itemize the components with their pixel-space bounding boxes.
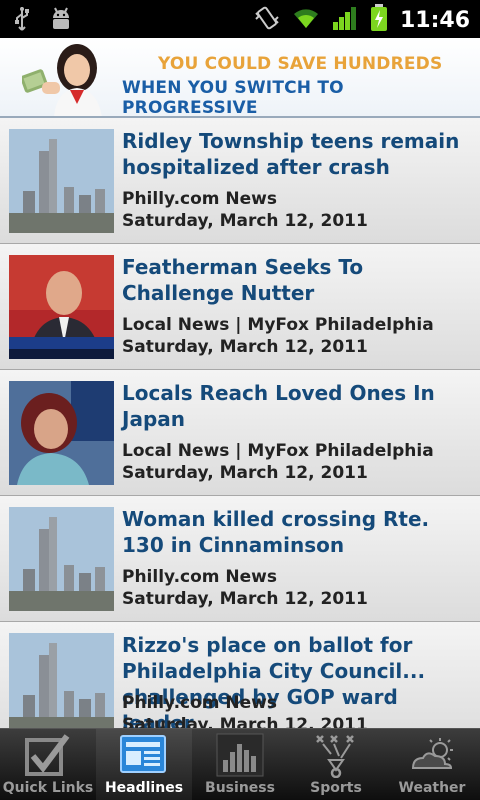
status-bar: 11:46	[0, 0, 480, 38]
tab-headlines[interactable]: Headlines	[96, 729, 192, 800]
battery-charging-icon	[370, 4, 388, 36]
tab-weather[interactable]: Weather	[384, 729, 480, 800]
article-title[interactable]: Woman killed crossing Rte. 130 in Cinnam…	[122, 506, 474, 558]
article-date: Saturday, March 12, 2011	[122, 211, 368, 231]
bar-chart-icon	[216, 733, 264, 777]
article-thumbnail-tv-woman	[9, 381, 114, 485]
wifi-icon	[292, 6, 320, 34]
article-date: Saturday, March 12, 2011	[122, 589, 368, 609]
checkbox-icon	[25, 734, 70, 776]
tab-business[interactable]: Business	[192, 729, 288, 800]
ad-banner[interactable]: YOU COULD SAVE HUNDREDS WHEN YOU SWITCH …	[0, 38, 480, 118]
article-date: Saturday, March 12, 2011	[122, 463, 368, 483]
usb-icon	[14, 6, 30, 36]
tab-sports[interactable]: Sports	[288, 729, 384, 800]
article-date: Saturday, March 12, 2011	[122, 715, 368, 728]
article-thumbnail-skyline	[9, 129, 114, 233]
article-source: Philly.com News	[122, 189, 277, 209]
article-title[interactable]: Featherman Seeks To Challenge Nutter	[122, 254, 474, 306]
article-date: Saturday, March 12, 2011	[122, 337, 368, 357]
signal-icon	[332, 6, 358, 34]
article-source: Local News | MyFox Philadelphia	[122, 441, 434, 461]
list-item[interactable]: Woman killed crossing Rte. 130 in Cinnam…	[0, 496, 480, 622]
article-title[interactable]: Locals Reach Loved Ones In Japan	[122, 380, 474, 432]
list-item[interactable]: Featherman Seeks To Challenge Nutter Loc…	[0, 244, 480, 370]
clock: 11:46	[399, 7, 470, 33]
list-item[interactable]: Locals Reach Loved Ones In Japan Local N…	[0, 370, 480, 496]
article-thumbnail-tv-man	[9, 255, 114, 359]
ad-headline-line1: YOU COULD SAVE HUNDREDS	[158, 54, 443, 74]
playbook-icon	[316, 735, 354, 778]
headlines-list[interactable]: Ridley Township teens remain hospitalize…	[0, 118, 480, 728]
newspaper-icon	[120, 735, 166, 773]
tab-label: Headlines	[104, 780, 184, 796]
tab-label: Business	[205, 780, 275, 796]
article-source: Local News | MyFox Philadelphia	[122, 315, 434, 335]
ad-headline-line2: WHEN YOU SWITCH TO PROGRESSIVE	[122, 78, 344, 118]
tab-label: Sports	[310, 780, 362, 796]
article-title[interactable]: Ridley Township teens remain hospitalize…	[122, 128, 474, 180]
article-source: Philly.com News	[122, 693, 277, 713]
article-thumbnail-skyline	[9, 633, 114, 728]
bottom-tab-bar: Quick Links Headlines Business Sports We…	[0, 728, 480, 800]
article-source: Philly.com News	[122, 567, 277, 587]
tab-quick-links[interactable]: Quick Links	[0, 729, 96, 800]
vibrate-icon	[254, 5, 280, 35]
android-debug-icon	[48, 6, 74, 36]
list-item[interactable]: Ridley Township teens remain hospitalize…	[0, 118, 480, 244]
list-item[interactable]: Rizzo's place on ballot for Philadelphia…	[0, 622, 480, 728]
article-thumbnail-skyline	[9, 507, 114, 611]
ad-person-image	[22, 44, 102, 116]
tab-label: Quick Links	[2, 780, 94, 796]
tab-label: Weather	[398, 780, 466, 796]
weather-cloud-icon	[411, 738, 453, 769]
